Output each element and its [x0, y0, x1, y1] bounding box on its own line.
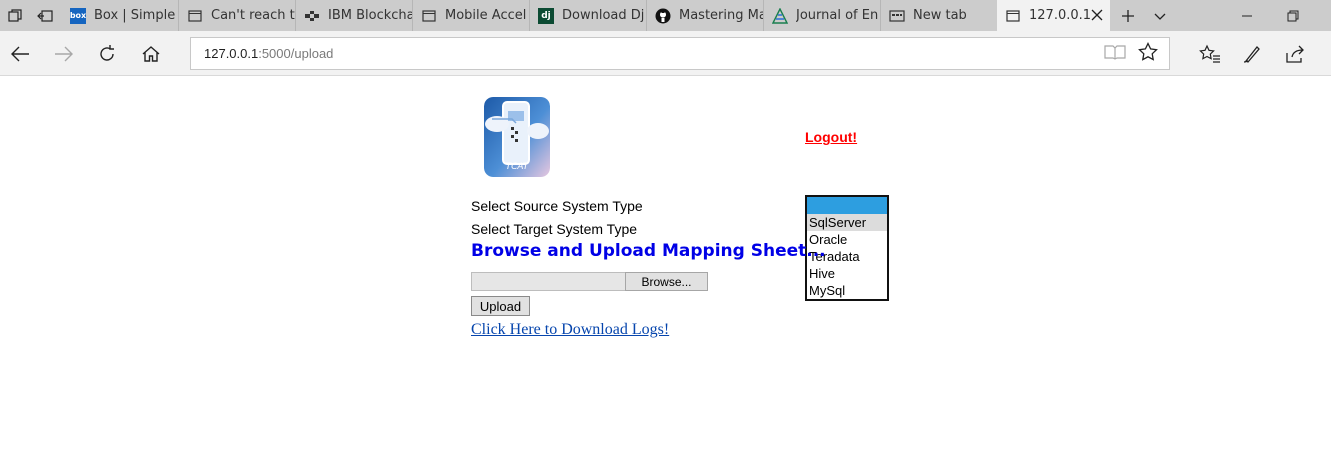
tab-label: IBM Blockcha: [328, 8, 412, 23]
page-icon: [421, 8, 437, 24]
refresh-icon[interactable]: [90, 37, 124, 71]
set-aside-tabs-icon[interactable]: [30, 0, 60, 31]
tab-manager-icon[interactable]: [0, 0, 30, 31]
github-icon: [655, 8, 671, 24]
address-host: 127.0.0.1: [204, 46, 259, 61]
close-tab-icon[interactable]: [1090, 8, 1104, 22]
target-system-label: Select Target System Type: [471, 221, 638, 237]
box-logo-icon: box: [70, 7, 86, 24]
minimize-icon[interactable]: [1224, 0, 1270, 31]
chevron-down-icon[interactable]: [1145, 0, 1175, 31]
tab-mastering[interactable]: Mastering Ma: [647, 0, 764, 31]
listbox-option-blank[interactable]: [807, 197, 887, 214]
navigation-bar: 127.0.0.1:5000/upload: [0, 31, 1331, 76]
svg-text:TCAT: TCAT: [506, 162, 530, 172]
tab-cant-reach[interactable]: Can't reach th: [179, 0, 296, 31]
page-icon: [187, 8, 203, 24]
app-logo: TCAT: [484, 97, 550, 177]
upload-heading: Browse and Upload Mapping Sheet...: [471, 241, 826, 261]
pen-notes-icon[interactable]: [1236, 37, 1270, 71]
listbox-option-hive[interactable]: Hive: [807, 265, 887, 282]
tab-mobile-accel[interactable]: Mobile Accel: [413, 0, 530, 31]
tab-ibm-blockchain[interactable]: IBM Blockcha: [296, 0, 413, 31]
tab-label: Download Dj: [562, 8, 645, 23]
listbox-option-sqlserver[interactable]: SqlServer: [807, 214, 887, 231]
tab-label: Box | Simple: [94, 8, 176, 23]
favorite-star-icon[interactable]: [1133, 37, 1163, 67]
favorites-hub-icon[interactable]: [1193, 37, 1227, 71]
upload-button[interactable]: Upload: [471, 296, 530, 316]
file-path-field[interactable]: [471, 272, 626, 291]
address-path: :5000/upload: [258, 46, 334, 61]
tab-label: New tab: [913, 8, 967, 23]
tab-box[interactable]: box Box | Simple: [62, 0, 179, 31]
back-arrow-icon[interactable]: [3, 37, 37, 71]
new-tab-icon: [889, 8, 905, 24]
reading-view-icon[interactable]: [1100, 37, 1130, 67]
tab-strip: box Box | Simple Can't reach th IBM Bloc…: [0, 0, 1331, 31]
tab-download-django[interactable]: dj Download Dj: [530, 0, 647, 31]
blockchain-icon: [304, 8, 320, 24]
forward-arrow-icon[interactable]: [47, 37, 81, 71]
listbox-option-mysql[interactable]: MySql: [807, 282, 887, 299]
tab-label: Can't reach th: [211, 8, 295, 23]
tab-label: Mobile Accel: [445, 8, 527, 23]
django-icon: dj: [538, 7, 554, 24]
journal-icon: [772, 7, 788, 24]
share-icon[interactable]: [1279, 37, 1313, 71]
tab-label: 127.0.0.1: [1029, 8, 1092, 23]
source-system-label: Select Source System Type: [471, 198, 643, 214]
tab-label: Mastering Ma: [679, 8, 763, 23]
tab-label: Journal of En: [796, 8, 879, 23]
browse-button[interactable]: Browse...: [625, 272, 708, 291]
tab-local-upload[interactable]: 127.0.0.1: [997, 0, 1110, 31]
tab-journal[interactable]: Journal of En: [764, 0, 881, 31]
restore-icon[interactable]: [1270, 0, 1316, 31]
download-logs-link[interactable]: Click Here to Download Logs!: [471, 321, 669, 339]
home-icon[interactable]: [134, 37, 168, 71]
page-icon: [1005, 8, 1021, 24]
new-tab-plus-icon[interactable]: [1113, 0, 1143, 31]
logout-link[interactable]: Logout!: [805, 129, 857, 145]
tab-new-tab[interactable]: New tab: [881, 0, 997, 31]
address-bar[interactable]: 127.0.0.1:5000/upload: [190, 37, 1170, 70]
